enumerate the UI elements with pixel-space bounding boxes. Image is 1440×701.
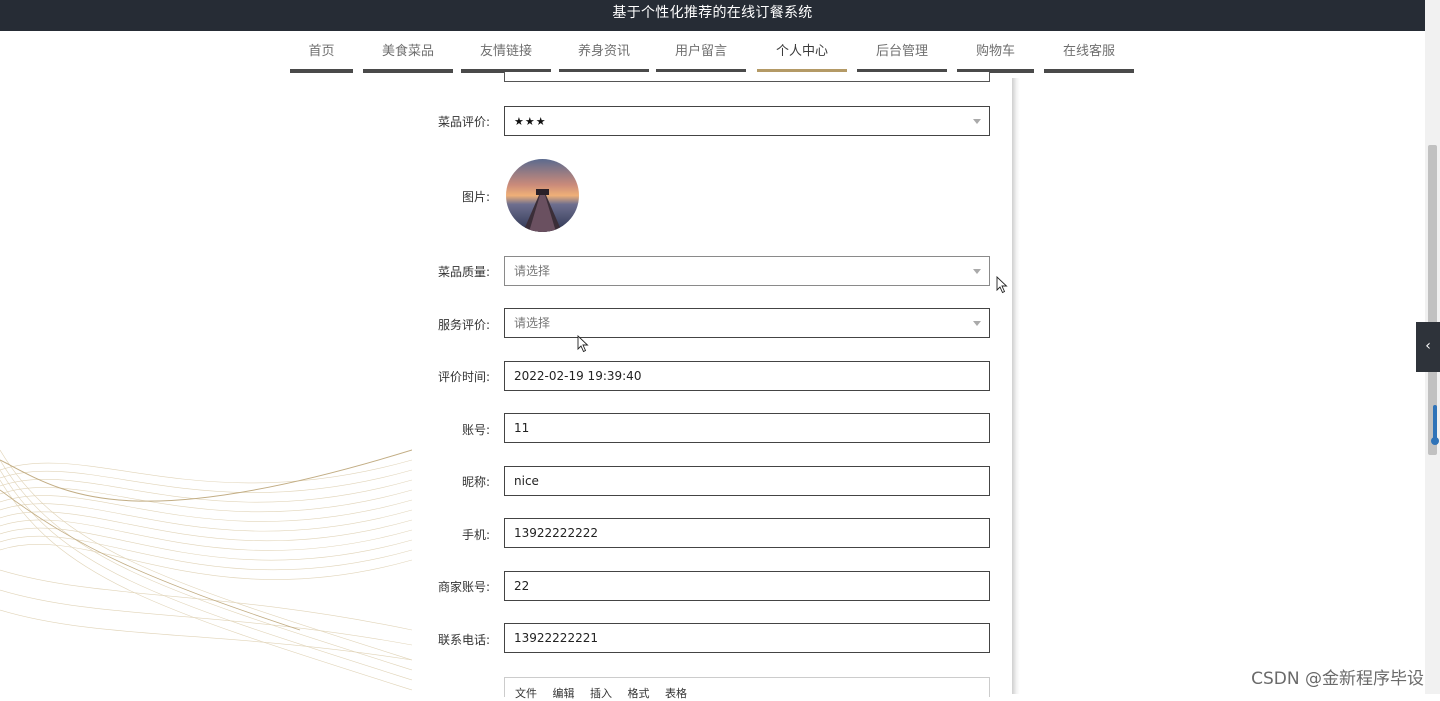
mouse-cursor-icon: [996, 276, 1008, 294]
nav-health-news[interactable]: 养身资讯: [559, 31, 649, 73]
chevron-down-icon: [973, 269, 981, 274]
mouse-cursor-icon: [577, 335, 589, 353]
main-nav: 首页 美食菜品 友情链接 养身资讯 用户留言 个人中心 后台管理 购物车 在线客…: [290, 31, 1140, 73]
rating-time-input[interactable]: 2022-02-19 19:39:40: [504, 361, 990, 391]
nav-messages[interactable]: 用户留言: [656, 31, 746, 73]
dish-quality-placeholder: 请选择: [514, 264, 551, 278]
dish-quality-label: 菜品质量:: [437, 265, 490, 279]
picture-label: 图片:: [461, 190, 490, 204]
merchant-account-label: 商家账号:: [437, 580, 490, 594]
contact-phone-label: 联系电话:: [437, 633, 490, 647]
nav-food[interactable]: 美食菜品: [363, 31, 453, 73]
service-rating-label: 服务评价:: [437, 318, 490, 332]
phone-input[interactable]: 13922222222: [504, 518, 990, 548]
nav-links[interactable]: 友情链接: [461, 31, 551, 73]
app-title-bar: 基于个性化推荐的在线订餐系统: [0, 0, 1425, 31]
nickname-label: 昵称:: [461, 475, 490, 489]
account-label: 账号:: [461, 423, 490, 437]
chevron-left-icon: ‹: [1425, 338, 1431, 354]
nav-cart[interactable]: 购物车: [957, 31, 1034, 73]
account-input[interactable]: 11: [504, 413, 990, 443]
nickname-input[interactable]: nice: [504, 466, 990, 496]
previous-field-edge: [504, 72, 990, 82]
dish-quality-select[interactable]: 请选择: [504, 256, 990, 286]
csdn-watermark: CSDN @金新程序毕设: [1251, 669, 1424, 689]
merchant-account-input[interactable]: 22: [504, 571, 990, 601]
nav-customer-service[interactable]: 在线客服: [1044, 31, 1134, 73]
decorative-wave-background: [0, 449, 412, 691]
side-slider-knob[interactable]: [1431, 437, 1439, 445]
service-rating-select[interactable]: 请选择: [504, 308, 990, 338]
pier-sunset-image: [506, 159, 579, 232]
editor-menubar: 文件 编辑 插入 格式 表格: [505, 685, 689, 701]
dish-rating-label: 菜品评价:: [437, 115, 490, 129]
panel-shadow: [1012, 78, 1020, 694]
nav-personal-center[interactable]: 个人中心: [757, 31, 847, 73]
service-rating-placeholder: 请选择: [514, 316, 551, 330]
dish-picture[interactable]: [506, 159, 579, 232]
contact-phone-input[interactable]: 13922222221: [504, 623, 990, 653]
dish-rating-value: ★★★: [514, 115, 547, 128]
dish-rating-select[interactable]: ★★★: [504, 106, 990, 136]
side-panel-toggle[interactable]: ‹: [1416, 322, 1440, 372]
side-slider-track[interactable]: [1433, 405, 1437, 441]
nav-home[interactable]: 首页: [290, 31, 353, 73]
app-title: 基于个性化推荐的在线订餐系统: [612, 5, 813, 21]
rich-text-editor[interactable]: 文件 编辑 插入 格式 表格: [504, 677, 990, 700]
nav-admin[interactable]: 后台管理: [857, 31, 947, 73]
chevron-down-icon: [973, 119, 981, 124]
chevron-down-icon: [973, 321, 981, 326]
phone-label: 手机:: [461, 528, 490, 542]
rating-time-label: 评价时间:: [437, 370, 490, 384]
